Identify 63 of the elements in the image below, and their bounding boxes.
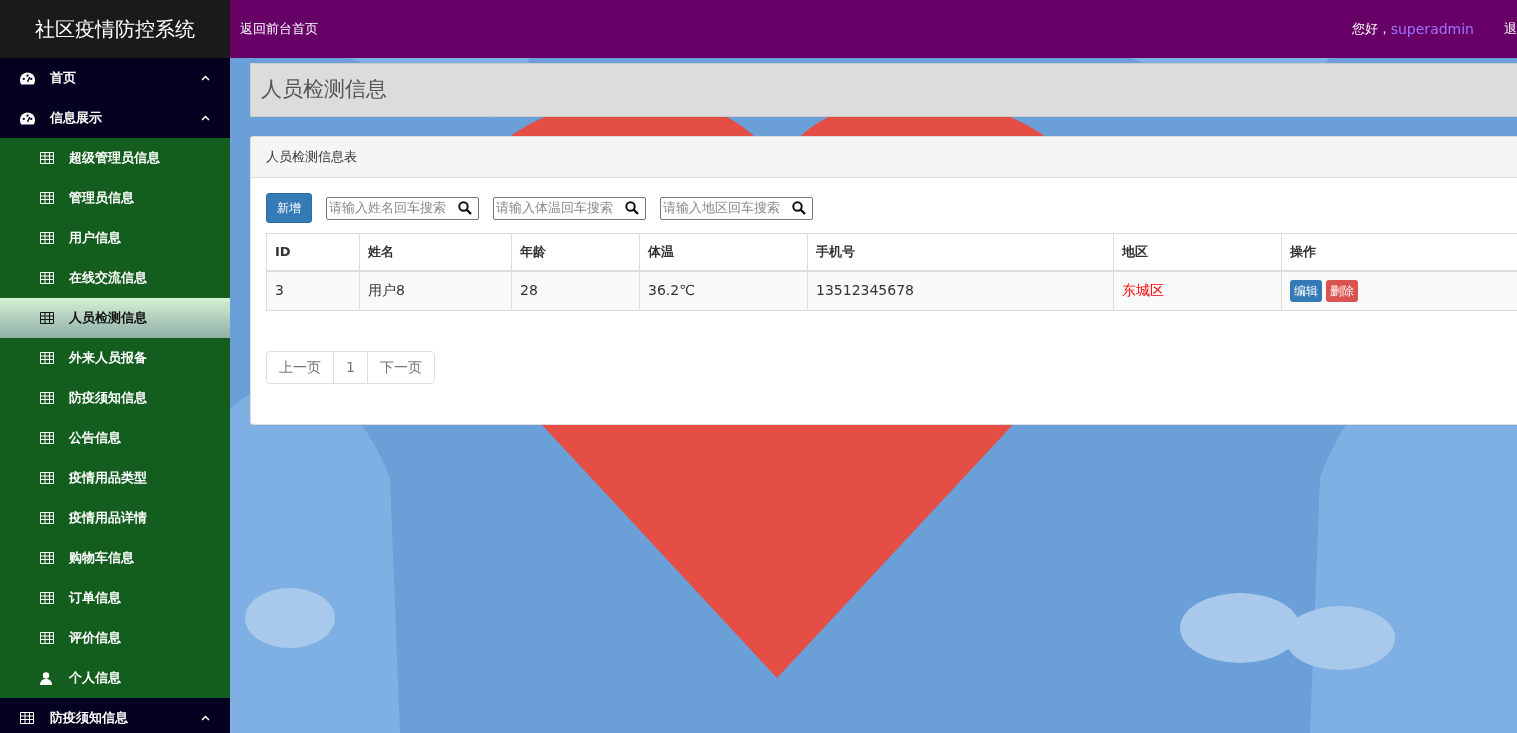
- table-cell: 13512345678: [807, 270, 1114, 311]
- column-header: 体温: [639, 233, 808, 271]
- table-icon: [40, 312, 54, 324]
- search-icon: [792, 201, 806, 215]
- home-link[interactable]: 返回前台首页: [240, 19, 318, 39]
- nav-item[interactable]: 管理员信息: [0, 178, 230, 218]
- table-cell: 3: [266, 270, 360, 311]
- table-icon: [40, 272, 54, 284]
- table-icon: [40, 472, 54, 484]
- logout-link[interactable]: 退: [1504, 19, 1517, 39]
- greeting-text: 您好，: [1351, 20, 1391, 39]
- delete-button[interactable]: 删除: [1326, 279, 1358, 302]
- table-icon: [40, 632, 54, 644]
- next-page-button[interactable]: 下一页: [366, 351, 435, 384]
- table-icon: [40, 392, 54, 404]
- column-header: 地区: [1113, 233, 1282, 271]
- nav-item[interactable]: 超级管理员信息: [0, 138, 230, 178]
- nav-item[interactable]: 购物车信息: [0, 538, 230, 578]
- nav-item[interactable]: 外来人员报备: [0, 338, 230, 378]
- dashboard-icon: [20, 71, 35, 85]
- table-cell: 东城区: [1113, 270, 1282, 311]
- add-button[interactable]: 新增: [266, 193, 312, 223]
- nav-item[interactable]: 订单信息: [0, 578, 230, 618]
- column-header: 操作: [1281, 233, 1517, 271]
- dashboard-icon: [20, 111, 35, 125]
- nav-item[interactable]: 用户信息: [0, 218, 230, 258]
- page-title: 人员检测信息: [261, 76, 387, 104]
- search-field[interactable]: 请输入体温回车搜索: [493, 196, 646, 220]
- previous-page-button[interactable]: 上一页: [266, 351, 334, 384]
- nav-item[interactable]: 防疫须知信息: [0, 378, 230, 418]
- username-link[interactable]: superadmin: [1390, 18, 1474, 40]
- column-header: 年龄: [511, 233, 640, 271]
- table-icon: [40, 592, 54, 604]
- column-header: 姓名: [359, 233, 512, 271]
- table-icon: [40, 152, 54, 164]
- table-icon: [20, 712, 34, 724]
- search-field[interactable]: 请输入姓名回车搜索: [326, 196, 479, 220]
- edit-button[interactable]: 编辑: [1290, 279, 1322, 302]
- column-header: ID: [266, 233, 360, 271]
- table-icon: [40, 432, 54, 444]
- search-field[interactable]: 请输入地区回车搜索: [660, 196, 813, 220]
- nav-item[interactable]: 公告信息: [0, 418, 230, 458]
- nav-item[interactable]: 疫情用品详情: [0, 498, 230, 538]
- table-icon: [40, 512, 54, 524]
- nav-item[interactable]: 个人信息: [0, 658, 230, 698]
- table-cell: 28: [511, 270, 640, 311]
- search-icon: [458, 201, 472, 215]
- app-title: 社区疫情防控系统: [0, 0, 230, 58]
- nav-item[interactable]: 疫情用品类型: [0, 458, 230, 498]
- nav-item[interactable]: 评价信息: [0, 618, 230, 658]
- table-icon: [40, 352, 54, 364]
- search-icon: [625, 201, 639, 215]
- column-header: 手机号: [807, 233, 1114, 271]
- table-icon: [40, 192, 54, 204]
- panel-title: 人员检测信息表: [266, 148, 357, 167]
- table-icon: [40, 552, 54, 564]
- nav-item[interactable]: 在线交流信息: [0, 258, 230, 298]
- table-cell: 36.2℃: [639, 270, 808, 311]
- table-cell: 用户8: [359, 270, 512, 311]
- nav-item[interactable]: 人员检测信息: [0, 298, 230, 338]
- page-number-button[interactable]: 1: [333, 351, 368, 384]
- user-icon: [40, 671, 52, 685]
- table-icon: [40, 232, 54, 244]
